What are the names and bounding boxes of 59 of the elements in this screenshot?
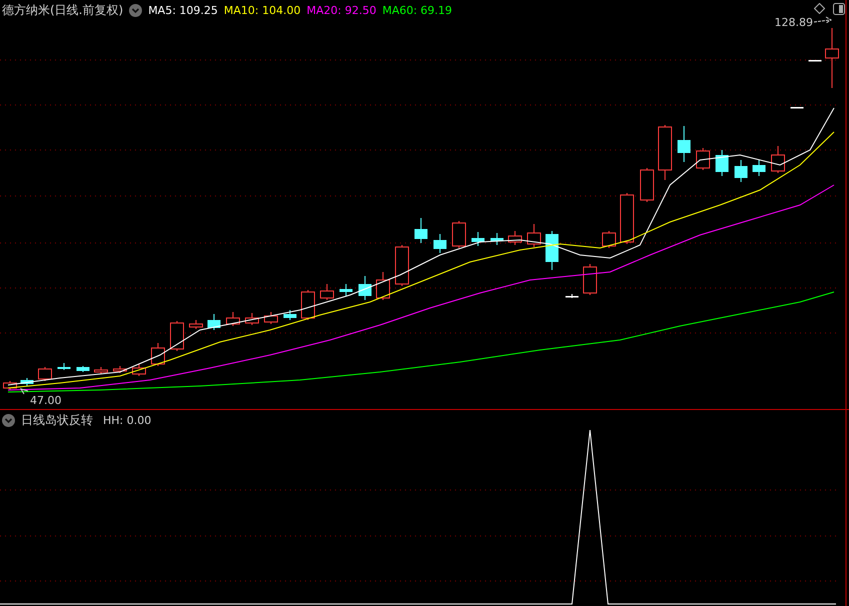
candlestick [189,320,203,330]
candlestick [527,224,541,248]
candlestick [790,106,804,108]
candlestick [395,244,409,286]
candlestick [264,312,278,324]
candlestick [602,230,616,248]
candlestick [490,232,504,246]
candlestick [3,380,17,390]
candlestick [620,192,634,244]
candlestick [678,126,690,162]
low-price-label: 47.00 [30,394,62,407]
candlestick [245,312,259,326]
candlestick [226,312,240,326]
chevron-down-icon[interactable] [129,4,142,17]
chevron-down-icon[interactable] [2,414,15,427]
stock-title: 德方纳米(日线.前复权) [2,2,124,19]
candlestick [170,320,184,352]
candlestick [94,366,108,374]
candlestick [58,362,70,370]
candlestick [716,150,728,176]
candlestick [658,124,672,180]
ma-reading: MA10: 104.00 [224,4,301,17]
ma-reading: MA20: 92.50 [306,4,376,17]
candlestick [696,148,710,170]
candlestick [414,218,428,244]
candlestick [566,294,578,298]
candlestick [301,290,315,320]
candlestick [452,220,466,248]
candlestick [132,364,146,376]
candlestick [546,230,558,270]
indicator-reading: HH: 0.00 [103,414,152,427]
candlestick [358,276,372,300]
candlestick [376,272,390,300]
candlestick [20,378,34,386]
diamond-icon[interactable] [814,3,825,14]
candlestick [825,28,839,88]
candlestick [734,160,748,182]
candlestick [640,168,654,202]
candlestick [76,366,90,372]
candlestick [434,234,446,254]
candlestick [771,146,785,174]
candlestick [113,366,127,374]
indicator-title: 日线岛状反转 [21,412,93,429]
candlestick [208,314,220,330]
arrow-icon [814,16,832,24]
ma-reading: MA5: 109.25 [148,4,218,17]
candlestick [340,284,352,296]
candlestick [151,342,165,366]
candlestick [508,230,522,246]
candlestick [808,60,822,62]
candlestick [38,366,52,382]
candlestick [472,232,484,246]
candlestick [583,264,597,296]
candlestick [320,284,334,300]
candlestick [284,310,296,320]
high-price-label: 128.89 [774,16,813,29]
ma-reading: MA60: 69.19 [382,4,452,17]
candlestick [752,160,766,176]
panel-toggle-icon[interactable] [833,3,845,15]
